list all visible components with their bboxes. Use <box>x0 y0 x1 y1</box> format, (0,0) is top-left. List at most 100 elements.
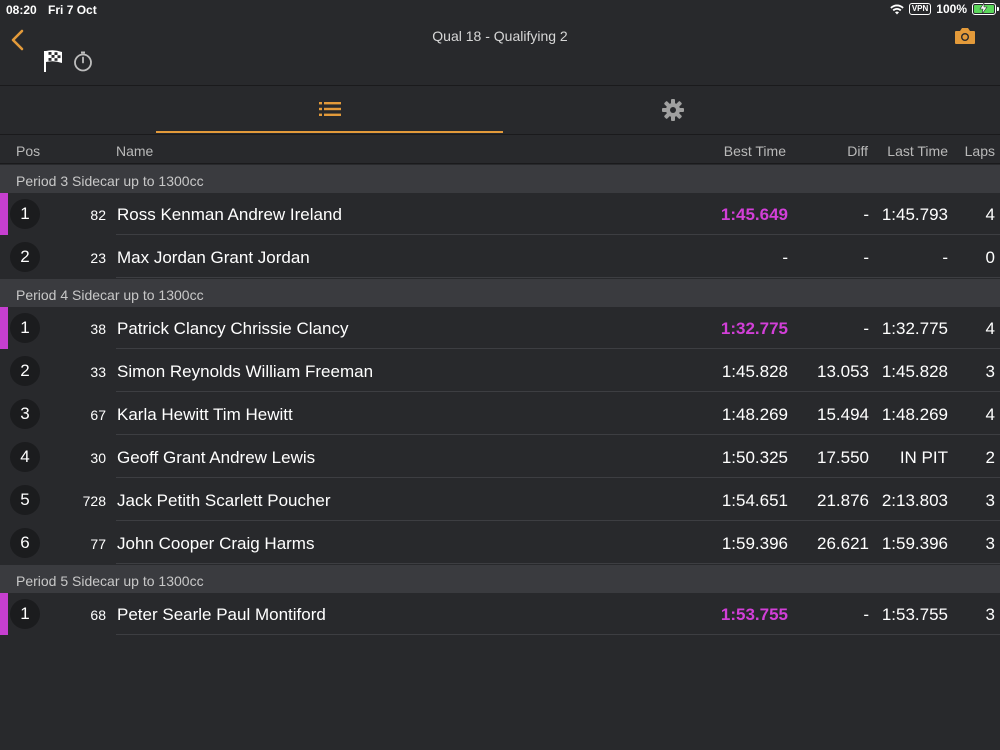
race-number: 33 <box>90 364 106 380</box>
last-time: 2:13.803 <box>881 491 948 510</box>
table-row[interactable]: 5 728 Jack Petith Scarlett Poucher 1:54.651… <box>0 479 1000 521</box>
position-badge: 2 <box>10 242 40 272</box>
driver-names: Simon Reynolds William Freeman <box>117 362 374 381</box>
camera-icon <box>955 28 975 44</box>
driver-names: Geoff Grant Andrew Lewis <box>117 448 316 467</box>
last-time: 1:45.793 <box>881 205 948 224</box>
status-date: Fri 7 Oct <box>48 3 97 17</box>
best-time: 1:32.775 <box>720 319 788 338</box>
lap-count: 4 <box>985 405 995 424</box>
race-number: 38 <box>90 321 106 337</box>
column-last-time[interactable]: Last Time <box>887 143 948 159</box>
lap-count: 3 <box>985 491 995 510</box>
section-title: Period 3 Sidecar up to 1300cc <box>16 173 204 189</box>
section-title: Period 5 Sidecar up to 1300cc <box>16 573 204 589</box>
section-title: Period 4 Sidecar up to 1300cc <box>16 287 204 303</box>
time-diff: 17.550 <box>817 448 869 467</box>
table-row[interactable]: 2 23 Max Jordan Grant Jordan - - - 0 <box>0 236 1000 278</box>
position-badge: 1 <box>10 199 40 229</box>
tab-settings[interactable] <box>503 86 843 133</box>
best-time: 1:59.396 <box>721 534 788 553</box>
charging-bolt-icon <box>979 3 988 14</box>
last-time: - <box>942 248 948 267</box>
page-title: Qual 18 - Qualifying 2 <box>432 28 568 44</box>
column-header: Pos Name Best Time Diff Last Time Laps <box>0 135 1000 164</box>
table-row[interactable]: 1 68 Peter Searle Paul Montiford 1:53.755-1… <box>0 593 1000 635</box>
tab-list[interactable] <box>156 86 503 133</box>
race-number: 82 <box>90 207 106 223</box>
vpn-badge: VPN <box>908 3 932 15</box>
position-badge: 1 <box>10 599 40 629</box>
lap-count: 4 <box>985 319 995 338</box>
lap-count: 0 <box>985 248 995 267</box>
status-time: 08:20 <box>6 3 37 17</box>
position-badge: 4 <box>10 442 40 472</box>
column-name[interactable]: Name <box>116 143 153 159</box>
wifi-icon <box>890 4 904 14</box>
last-time: 1:59.396 <box>881 534 948 553</box>
column-diff[interactable]: Diff <box>847 143 868 159</box>
class-leader-bar <box>0 593 8 635</box>
last-time: IN PIT <box>899 448 948 467</box>
status-bar: 08:20 Fri 7 Oct VPN 100% <box>0 0 1000 20</box>
lap-count: 3 <box>985 605 995 624</box>
table-row[interactable]: 2 33 Simon Reynolds William Freeman 1:45.82… <box>0 350 1000 392</box>
table-row[interactable]: 6 77 John Cooper Craig Harms 1:59.396 26.621… <box>0 522 1000 564</box>
driver-names: John Cooper Craig Harms <box>117 534 315 553</box>
position-badge: 2 <box>10 356 40 386</box>
race-number: 30 <box>90 450 106 466</box>
last-time: 1:53.755 <box>881 605 948 624</box>
column-best-time[interactable]: Best Time <box>724 143 786 159</box>
position-badge: 1 <box>10 313 40 343</box>
class-leader-bar <box>0 307 8 349</box>
position-badge: 5 <box>10 485 40 515</box>
class-leader-bar <box>0 193 8 235</box>
time-diff: - <box>863 319 869 338</box>
lap-count: 3 <box>985 362 995 381</box>
status-left: 08:20 Fri 7 Oct <box>6 3 105 17</box>
race-number: 67 <box>90 407 106 423</box>
section-header: Period 3 Sidecar up to 1300cc <box>0 165 1000 193</box>
checkered-flag-icon <box>44 50 62 72</box>
driver-names: Max Jordan Grant Jordan <box>117 248 310 267</box>
last-time: 1:45.828 <box>881 362 948 381</box>
table-row[interactable]: 3 67 Karla Hewitt Tim Hewitt 1:48.269 15.494… <box>0 393 1000 435</box>
last-time: 1:48.269 <box>881 405 948 424</box>
driver-names: Ross Kenman Andrew Ireland <box>117 205 342 224</box>
race-number: 728 <box>82 493 106 509</box>
lap-count: 3 <box>985 534 995 553</box>
gear-icon <box>662 98 684 121</box>
list-icon <box>318 101 341 116</box>
status-right: VPN 100% <box>885 2 999 16</box>
time-diff: - <box>863 205 869 224</box>
last-time: 1:32.775 <box>881 319 948 338</box>
driver-names: Jack Petith Scarlett Poucher <box>117 491 331 510</box>
column-laps[interactable]: Laps <box>965 143 995 159</box>
battery-percent: 100% <box>936 2 967 16</box>
navigation-bar: Qual 18 - Qualifying 2 <box>0 20 1000 86</box>
section-header: Period 5 Sidecar up to 1300cc <box>0 565 1000 593</box>
best-time: 1:48.269 <box>721 405 788 424</box>
battery-icon <box>972 3 999 15</box>
position-badge: 6 <box>10 528 40 558</box>
driver-names: Peter Searle Paul Montiford <box>117 605 326 624</box>
best-time: 1:53.755 <box>720 605 788 624</box>
section-header: Period 4 Sidecar up to 1300cc <box>0 279 1000 307</box>
race-number: 77 <box>90 536 106 552</box>
table-row[interactable]: 1 82 Ross Kenman Andrew Ireland 1:45.649 -1:… <box>0 193 1000 235</box>
best-time: 1:45.828 <box>721 362 788 381</box>
best-time: 1:50.325 <box>721 448 788 467</box>
best-time: - <box>782 248 788 267</box>
driver-names: Patrick Clancy Chrissie Clancy <box>117 319 349 338</box>
stopwatch-icon <box>74 51 92 72</box>
table-row[interactable]: 4 30 Geoff Grant Andrew Lewis 1:50.325 17.55… <box>0 436 1000 478</box>
time-diff: 15.494 <box>817 405 869 424</box>
time-diff: 13.053 <box>817 362 869 381</box>
table-row[interactable]: 1 38 Patrick Clancy Chrissie Clancy 1:32.77… <box>0 307 1000 349</box>
best-time: 1:45.649 <box>720 205 788 224</box>
race-number: 23 <box>90 250 106 266</box>
race-number: 68 <box>90 607 106 623</box>
column-pos[interactable]: Pos <box>16 143 40 159</box>
camera-button[interactable] <box>954 26 976 51</box>
lap-count: 2 <box>985 448 995 467</box>
